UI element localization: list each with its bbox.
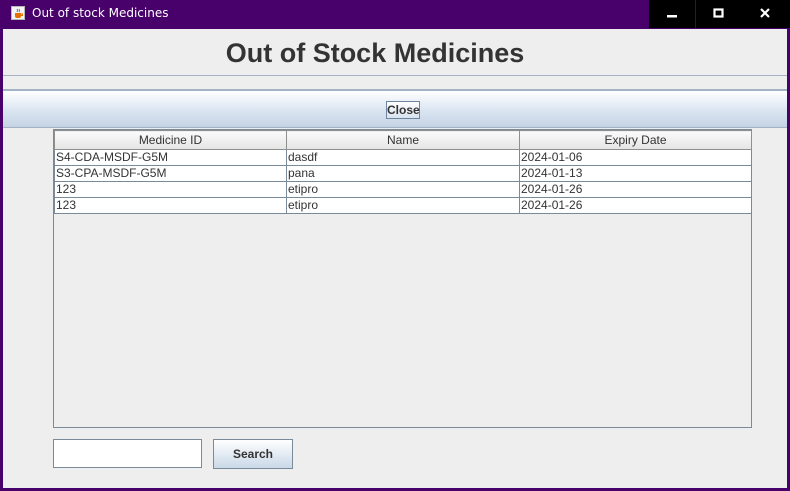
cell-name[interactable]: etipro — [286, 197, 520, 214]
close-icon — [760, 8, 770, 18]
java-cup-icon — [11, 6, 25, 20]
cell-expiry-date[interactable]: 2024-01-06 — [519, 149, 752, 166]
close-button[interactable]: Close — [386, 101, 420, 119]
table-scroll-pane[interactable]: Medicine ID Name Expiry Date S4-CDA-MSDF… — [53, 129, 752, 428]
cell-expiry-date[interactable]: 2024-01-13 — [519, 165, 752, 182]
header-panel: Out of Stock Medicines — [3, 29, 787, 76]
window-content: Out of Stock Medicines Close Medicine ID… — [3, 29, 787, 488]
maximize-button[interactable] — [696, 0, 742, 28]
column-header-expiry-date[interactable]: Expiry Date — [519, 130, 752, 150]
cell-expiry-date[interactable]: 2024-01-26 — [519, 197, 752, 214]
cell-name[interactable]: dasdf — [286, 149, 520, 166]
table-row[interactable]: 123 etipro 2024-01-26 — [54, 181, 752, 198]
cell-medicine-id[interactable]: S3-CPA-MSDF-G5M — [54, 165, 287, 182]
maximize-icon — [713, 8, 724, 18]
separator — [3, 76, 787, 90]
medicines-table[interactable]: Medicine ID Name Expiry Date S4-CDA-MSDF… — [54, 130, 752, 214]
search-button[interactable]: Search — [213, 439, 293, 469]
cell-medicine-id[interactable]: 123 — [54, 197, 287, 214]
cell-name[interactable]: pana — [286, 165, 520, 182]
cell-name[interactable]: etipro — [286, 181, 520, 198]
page-title: Out of Stock Medicines — [225, 38, 525, 68]
search-input[interactable] — [53, 439, 202, 468]
minimize-button[interactable] — [649, 0, 695, 28]
window-close-button[interactable] — [742, 0, 790, 28]
table-header: Medicine ID Name Expiry Date — [54, 130, 752, 150]
cell-medicine-id[interactable]: 123 — [54, 181, 287, 198]
table-row[interactable]: 123 etipro 2024-01-26 — [54, 197, 752, 214]
table-row[interactable]: S4-CDA-MSDF-G5M dasdf 2024-01-06 — [54, 149, 752, 166]
cell-expiry-date[interactable]: 2024-01-26 — [519, 181, 752, 198]
window-title: Out of stock Medicines — [32, 6, 169, 20]
title-bar: Out of stock Medicines — [0, 0, 790, 28]
minimize-icon — [667, 15, 677, 18]
cell-medicine-id[interactable]: S4-CDA-MSDF-G5M — [54, 149, 287, 166]
column-header-medicine-id[interactable]: Medicine ID — [54, 130, 287, 150]
column-header-name[interactable]: Name — [286, 130, 520, 150]
table-row[interactable]: S3-CPA-MSDF-G5M pana 2024-01-13 — [54, 165, 752, 182]
toolbar: Close — [3, 90, 787, 128]
